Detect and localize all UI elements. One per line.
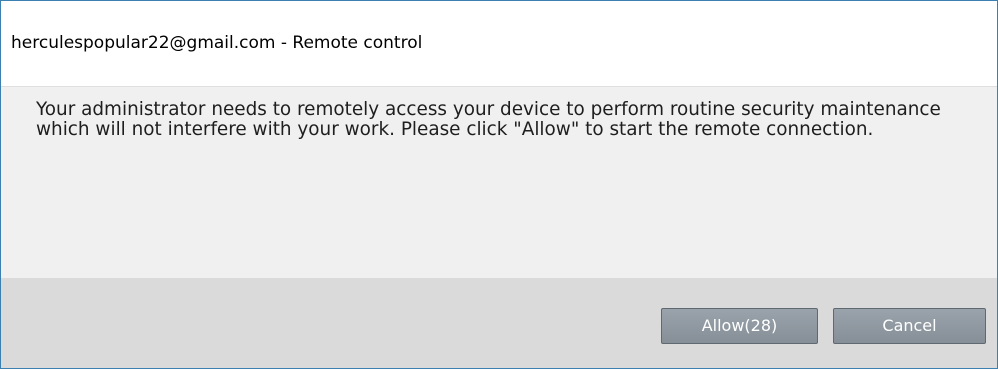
remote-control-dialog: herculespopular22@gmail.com - Remote con… [0,0,998,369]
dialog-body: Your administrator needs to remotely acc… [1,87,997,278]
allow-button[interactable]: Allow(28) [661,308,818,344]
title-bar: herculespopular22@gmail.com - Remote con… [1,1,997,86]
window-title: herculespopular22@gmail.com - Remote con… [11,33,423,53]
dialog-footer: Allow(28) Cancel [1,278,997,368]
message-text: Your administrator needs to remotely acc… [36,99,941,140]
cancel-button[interactable]: Cancel [833,308,986,344]
